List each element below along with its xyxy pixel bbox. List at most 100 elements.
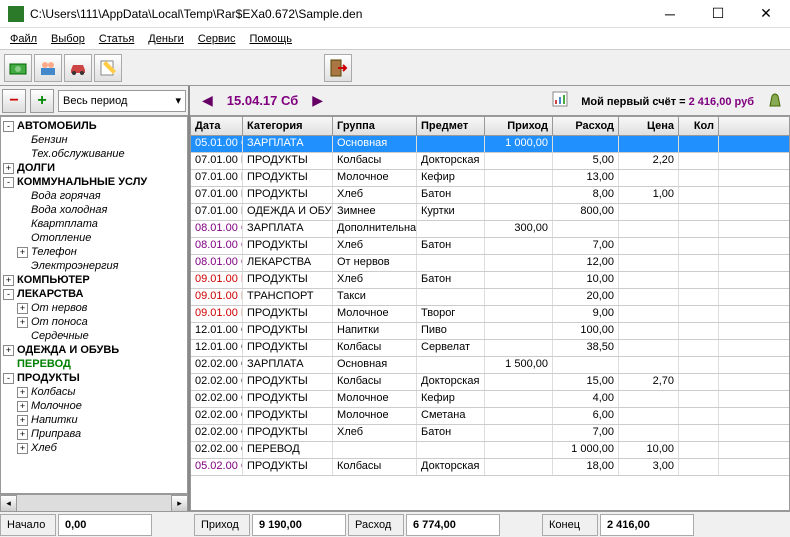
- tree-item[interactable]: -ЛЕКАРСТВА: [3, 287, 185, 301]
- table-row[interactable]: 12.01.00 СПРОДУКТЫНапиткиПиво100,00: [191, 323, 789, 340]
- toolbar-exit-icon[interactable]: [324, 54, 352, 82]
- menu-Файл[interactable]: Файл: [4, 31, 43, 47]
- tree-item[interactable]: +Молочное: [3, 399, 185, 413]
- cell: ПРОДУКТЫ: [243, 425, 333, 441]
- table-row[interactable]: 05.01.00 СЗАРПЛАТАОсновная1 000,00: [191, 136, 789, 153]
- column-header[interactable]: Расход: [553, 117, 619, 135]
- tree-item[interactable]: Электроэнергия: [3, 259, 185, 273]
- tree-item[interactable]: +Колбасы: [3, 385, 185, 399]
- table-row[interactable]: 07.01.00 ГОДЕЖДА И ОБУВЗимнееКуртки800,0…: [191, 204, 789, 221]
- menu-Деньги[interactable]: Деньги: [142, 31, 190, 47]
- remove-button[interactable]: −: [2, 89, 26, 113]
- transactions-grid[interactable]: ДатаКатегорияГруппаПредметПриходРасходЦе…: [190, 116, 790, 511]
- tree-item[interactable]: Бензин: [3, 133, 185, 147]
- tree-item[interactable]: +Напитки: [3, 413, 185, 427]
- table-row[interactable]: 09.01.00 ВПРОДУКТЫХлебБатон10,00: [191, 272, 789, 289]
- tree-toggle-icon[interactable]: -: [3, 177, 14, 188]
- tree-toggle-icon[interactable]: -: [3, 289, 14, 300]
- tree-item[interactable]: Сердечные: [3, 329, 185, 343]
- tree-toggle-icon[interactable]: +: [17, 303, 28, 314]
- tree-toggle-icon[interactable]: +: [17, 401, 28, 412]
- minimize-button[interactable]: ─: [654, 2, 686, 26]
- tree-item[interactable]: -АВТОМОБИЛЬ: [3, 119, 185, 133]
- table-row[interactable]: 02.02.00 СПРОДУКТЫХлебБатон7,00: [191, 425, 789, 442]
- menu-Статья[interactable]: Статья: [93, 31, 140, 47]
- table-row[interactable]: 08.01.00 СПРОДУКТЫХлебБатон7,00: [191, 238, 789, 255]
- tree-item[interactable]: Вода горячая: [3, 189, 185, 203]
- table-row[interactable]: 07.01.00 ГПРОДУКТЫХлебБатон8,001,00: [191, 187, 789, 204]
- tree-toggle-icon[interactable]: +: [3, 275, 14, 286]
- table-row[interactable]: 08.01.00 СЗАРПЛАТАДополнительна300,00: [191, 221, 789, 238]
- tree-item[interactable]: +От нервов: [3, 301, 185, 315]
- table-row[interactable]: 09.01.00 ВПРОДУКТЫМолочноеТворог9,00: [191, 306, 789, 323]
- tree-toggle-icon[interactable]: -: [3, 121, 14, 132]
- tree-item[interactable]: +От поноса: [3, 315, 185, 329]
- period-dropdown[interactable]: Весь период ▾: [58, 90, 186, 112]
- tree-item[interactable]: +Хлеб: [3, 441, 185, 455]
- menu-Сервис[interactable]: Сервис: [192, 31, 242, 47]
- table-row[interactable]: 12.01.00 СПРОДУКТЫКолбасыСервелат38,50: [191, 340, 789, 357]
- toolbar-edit-icon[interactable]: [94, 54, 122, 82]
- toolbar-money-icon[interactable]: [4, 54, 32, 82]
- table-row[interactable]: 02.02.00 СПРОДУКТЫМолочноеСметана6,00: [191, 408, 789, 425]
- tree-item[interactable]: ПЕРЕВОД: [3, 357, 185, 371]
- tree-item[interactable]: +Приправа: [3, 427, 185, 441]
- menu-Выбор[interactable]: Выбор: [45, 31, 91, 47]
- cell: [619, 306, 679, 322]
- maximize-button[interactable]: ☐: [702, 2, 734, 26]
- table-row[interactable]: 09.01.00 ВТРАНСПОРТТакси20,00: [191, 289, 789, 306]
- tree-toggle-icon[interactable]: -: [3, 373, 14, 384]
- next-date-button[interactable]: ▶: [306, 92, 329, 109]
- cell: [485, 425, 553, 441]
- table-row[interactable]: 02.02.00 СЗАРПЛАТАОсновная1 500,00: [191, 357, 789, 374]
- tree-toggle-icon[interactable]: +: [17, 247, 28, 258]
- tree-toggle-icon[interactable]: +: [17, 443, 28, 454]
- tree-item[interactable]: +ДОЛГИ: [3, 161, 185, 175]
- column-header[interactable]: Предмет: [417, 117, 485, 135]
- table-row[interactable]: 02.02.00 СПРОДУКТЫКолбасыДокторская15,00…: [191, 374, 789, 391]
- menu-Помощь[interactable]: Помощь: [244, 31, 299, 47]
- tree-item[interactable]: Квартплата: [3, 217, 185, 231]
- scroll-right-icon[interactable]: ▸: [171, 495, 188, 511]
- tree-item[interactable]: +ОДЕЖДА И ОБУВЬ: [3, 343, 185, 357]
- scroll-left-icon[interactable]: ◂: [0, 495, 17, 511]
- table-row[interactable]: 08.01.00 СЛЕКАРСТВАОт нервов12,00: [191, 255, 789, 272]
- tree-toggle-icon[interactable]: +: [17, 317, 28, 328]
- column-header[interactable]: Приход: [485, 117, 553, 135]
- cell: ТРАНСПОРТ: [243, 289, 333, 305]
- column-header[interactable]: Дата: [191, 117, 243, 135]
- toolbar-people-icon[interactable]: [34, 54, 62, 82]
- cell: [485, 340, 553, 356]
- column-header[interactable]: Кол: [679, 117, 719, 135]
- tree-item[interactable]: +КОМПЬЮТЕР: [3, 273, 185, 287]
- column-header[interactable]: Цена: [619, 117, 679, 135]
- tree-item[interactable]: Отопление: [3, 231, 185, 245]
- table-row[interactable]: 07.01.00 ГПРОДУКТЫМолочноеКефир13,00: [191, 170, 789, 187]
- column-header[interactable]: Категория: [243, 117, 333, 135]
- tree-item[interactable]: Тех.обслуживание: [3, 147, 185, 161]
- toolbar-car-icon[interactable]: [64, 54, 92, 82]
- tree-toggle-icon[interactable]: +: [17, 387, 28, 398]
- bag-icon[interactable]: [766, 90, 784, 111]
- tree-toggle-icon[interactable]: +: [17, 415, 28, 426]
- prev-date-button[interactable]: ◀: [196, 92, 219, 109]
- table-row[interactable]: 07.01.00 ГПРОДУКТЫКолбасыДокторская5,002…: [191, 153, 789, 170]
- column-header[interactable]: Группа: [333, 117, 417, 135]
- chevron-down-icon: ▾: [175, 94, 181, 107]
- tree-toggle-icon[interactable]: +: [3, 163, 14, 174]
- tree-item[interactable]: +Телефон: [3, 245, 185, 259]
- close-button[interactable]: ✕: [750, 2, 782, 26]
- tree-item[interactable]: Вода холодная: [3, 203, 185, 217]
- tree-item[interactable]: -ПРОДУКТЫ: [3, 371, 185, 385]
- tree-scrollbar[interactable]: ◂ ▸: [0, 494, 188, 511]
- table-row[interactable]: 02.02.00 СПРОДУКТЫМолочноеКефир4,00: [191, 391, 789, 408]
- category-tree[interactable]: -АВТОМОБИЛЬБензинТех.обслуживание+ДОЛГИ-…: [0, 116, 188, 494]
- table-row[interactable]: 05.02.00 СПРОДУКТЫКолбасыДокторская18,00…: [191, 459, 789, 476]
- report-icon[interactable]: [551, 90, 569, 111]
- add-button[interactable]: +: [30, 89, 54, 113]
- table-row[interactable]: 02.02.00 СПЕРЕВОД1 000,0010,00: [191, 442, 789, 459]
- cell: Батон: [417, 187, 485, 203]
- tree-toggle-icon[interactable]: +: [3, 345, 14, 356]
- tree-toggle-icon[interactable]: +: [17, 429, 28, 440]
- tree-item[interactable]: -КОММУНАЛЬНЫЕ УСЛУ: [3, 175, 185, 189]
